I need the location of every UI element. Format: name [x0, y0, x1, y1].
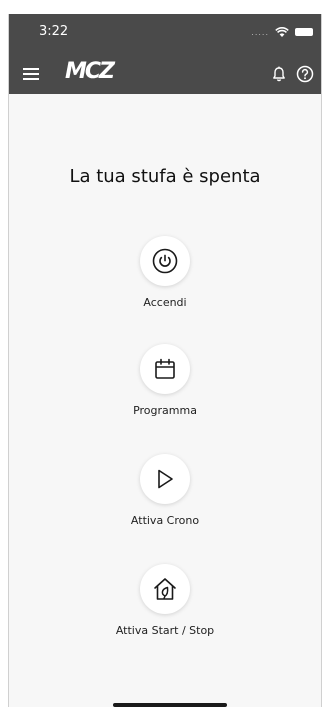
calendar-icon: [155, 358, 175, 379]
turn-on-button[interactable]: [140, 236, 190, 286]
start-stop-action[interactable]: Attiva Start / Stop: [9, 564, 321, 637]
wifi-icon: [275, 26, 289, 37]
turn-on-label: Accendi: [143, 296, 187, 309]
hamburger-menu-icon[interactable]: [23, 67, 39, 81]
home-indicator[interactable]: [113, 703, 227, 707]
status-time: 3:22: [39, 24, 69, 39]
screen-frame: 3:22 ..... MCZ La tua stufa è spenta Acc…: [0, 0, 327, 707]
battery-icon: [295, 28, 313, 36]
schedule-label: Programma: [133, 404, 197, 417]
schedule-action[interactable]: Programma: [9, 344, 321, 417]
start-stop-button[interactable]: [140, 564, 190, 614]
status-bar: 3:22 .....: [9, 14, 321, 54]
turn-on-action[interactable]: Accendi: [9, 236, 321, 309]
app-header: MCZ: [9, 54, 321, 94]
activate-chrono-label: Attiva Crono: [130, 514, 200, 527]
play-icon: [158, 469, 173, 489]
schedule-button[interactable]: [140, 344, 190, 394]
help-circle-icon[interactable]: [296, 65, 314, 83]
app-screen: 3:22 ..... MCZ La tua stufa è spenta Acc…: [8, 14, 322, 707]
start-stop-label: Attiva Start / Stop: [115, 624, 215, 637]
mcz-logo: MCZ: [65, 59, 115, 84]
house-leaf-icon: [154, 578, 176, 600]
activate-chrono-button[interactable]: [140, 454, 190, 504]
bell-icon[interactable]: [271, 66, 287, 82]
activate-chrono-action[interactable]: Attiva Crono: [9, 454, 321, 527]
power-icon: [152, 248, 178, 274]
status-indicators: .....: [251, 24, 313, 40]
signal-icon: .....: [251, 27, 269, 37]
stove-status-title: La tua stufa è spenta: [69, 166, 261, 187]
